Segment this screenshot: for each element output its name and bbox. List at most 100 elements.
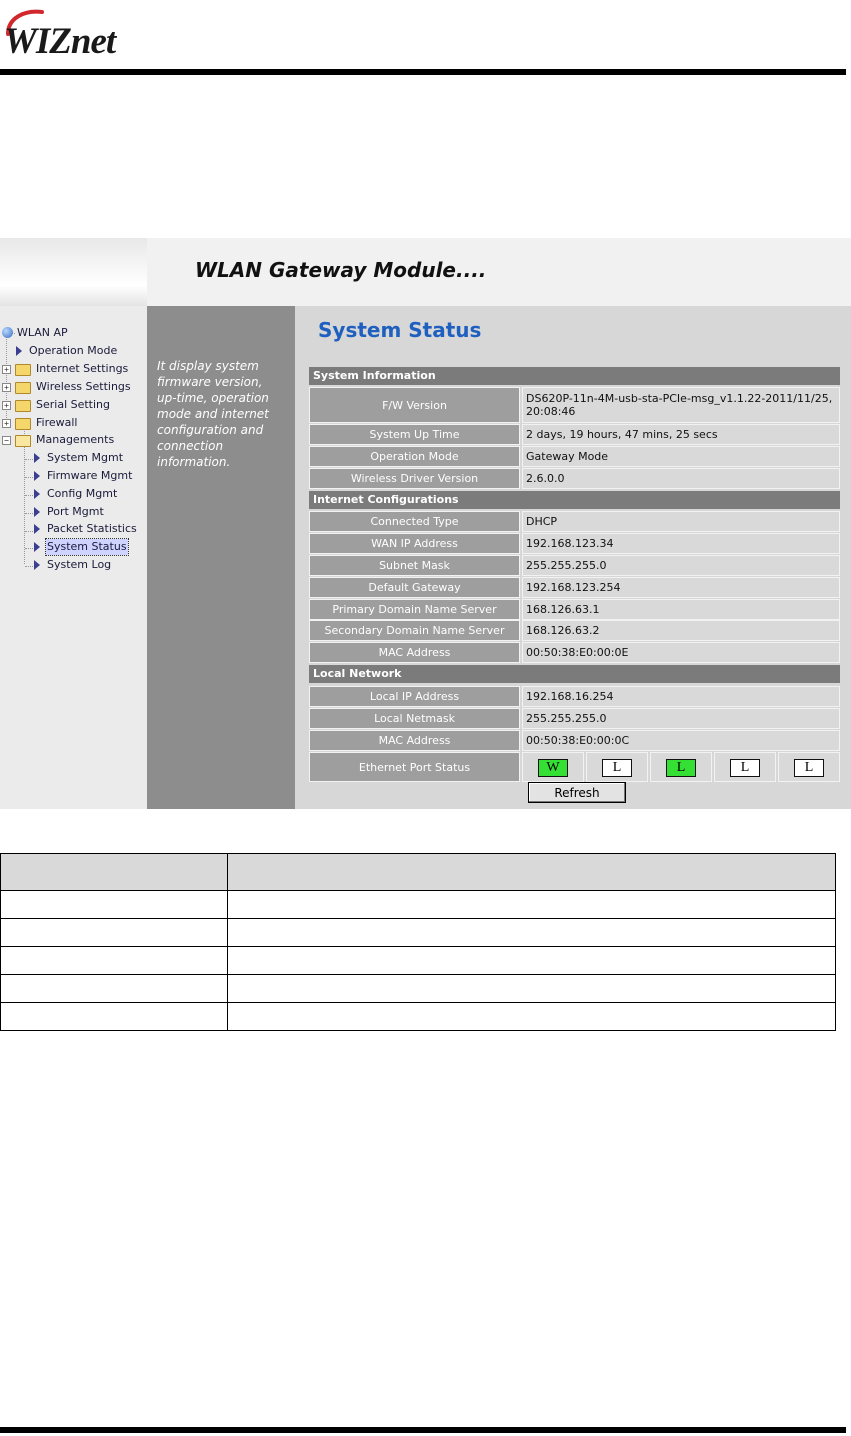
status-panel: System Status System Information F/W Ver… (295, 306, 851, 809)
page-arrow-icon (34, 560, 40, 570)
table-row: Local Netmask 255.255.255.0 (309, 708, 842, 729)
folder-icon (15, 364, 31, 376)
table-row: System Up Time 2 days, 19 hours, 47 mins… (309, 424, 842, 445)
ethernet-port: L (586, 752, 648, 782)
table-row: F/W Version DS620P-11n-4M-usb-sta-PCIe-m… (309, 387, 842, 423)
table-row (0, 918, 836, 947)
port-indicator: L (666, 759, 696, 777)
header-rule (0, 69, 846, 75)
row-label: F/W Version (309, 387, 520, 423)
row-value: 2.6.0.0 (522, 468, 840, 489)
ethernet-port-row: Ethernet Port Status W L L L L (309, 752, 842, 782)
table-row: Wireless Driver Version 2.6.0.0 (309, 468, 842, 489)
folder-icon (15, 382, 31, 394)
row-value: 255.255.255.0 (522, 708, 840, 729)
row-value: DHCP (522, 511, 840, 532)
row-label: MAC Address (309, 642, 520, 663)
table-cell (0, 946, 228, 975)
page-arrow-icon (34, 453, 40, 463)
page-arrow-icon (34, 507, 40, 517)
table-cell (0, 1002, 228, 1031)
ethernet-port: W (522, 752, 584, 782)
table-row: Secondary Domain Name Server 168.126.63.… (309, 620, 842, 641)
table-cell (227, 918, 836, 947)
table-row (0, 890, 836, 919)
description-panel: It display system firmware version, up-t… (147, 306, 295, 809)
row-label: Secondary Domain Name Server (309, 620, 520, 641)
row-label: WAN IP Address (309, 533, 520, 554)
folder-icon (15, 400, 31, 412)
table-row (0, 1002, 836, 1031)
section-header-system-info: System Information (309, 367, 840, 385)
footer-rule (0, 1427, 846, 1433)
section-header-internet-config: Internet Configurations (309, 491, 840, 509)
table-row (0, 946, 836, 975)
row-value: 2 days, 19 hours, 47 mins, 25 secs (522, 424, 840, 445)
page-arrow-icon (34, 471, 40, 481)
page-arrow-icon (16, 346, 22, 356)
row-label: MAC Address (309, 730, 520, 751)
row-label: Wireless Driver Version (309, 468, 520, 489)
logo-text: WIZnet (4, 21, 116, 62)
table-row: Default Gateway 192.168.123.254 (309, 577, 842, 598)
description-text: It display system firmware version, up-t… (157, 359, 269, 469)
banner-title: WLAN Gateway Module.... (195, 258, 487, 282)
row-value: 255.255.255.0 (522, 555, 840, 576)
row-value: 192.168.123.254 (522, 577, 840, 598)
ethernet-port: L (650, 752, 712, 782)
nav-tree: WLAN AP Operation Mode + Internet Settin… (0, 306, 147, 809)
row-value: 00:50:38:E0:00:0E (522, 642, 840, 663)
table-row: Primary Domain Name Server 168.126.63.1 (309, 599, 842, 620)
port-indicator: W (538, 759, 568, 777)
port-indicator: L (794, 759, 824, 777)
table-row: MAC Address 00:50:38:E0:00:0E (309, 642, 842, 663)
table-row: Connected Type DHCP (309, 511, 842, 532)
expand-plus-icon[interactable]: + (2, 401, 11, 410)
row-label: Connected Type (309, 511, 520, 532)
row-label: Operation Mode (309, 446, 520, 467)
open-folder-icon (15, 435, 31, 447)
port-indicator: L (602, 759, 632, 777)
ethernet-port: L (714, 752, 776, 782)
row-label: Local Netmask (309, 708, 520, 729)
table-row: Local IP Address 192.168.16.254 (309, 686, 842, 707)
page-arrow-icon (34, 524, 40, 534)
table-row: MAC Address 00:50:38:E0:00:0C (309, 730, 842, 751)
row-value: Gateway Mode (522, 446, 840, 467)
table-cell (0, 890, 228, 919)
header-cell (227, 853, 836, 891)
folder-icon (15, 418, 31, 430)
row-label: Subnet Mask (309, 555, 520, 576)
row-label: Ethernet Port Status (309, 752, 520, 782)
row-value: 192.168.123.34 (522, 533, 840, 554)
row-value: 00:50:38:E0:00:0C (522, 730, 840, 751)
row-label: Default Gateway (309, 577, 520, 598)
header-cell (0, 853, 228, 891)
network-icon (2, 327, 13, 338)
table-header-row (0, 853, 836, 891)
wiznet-logo: WIZnet (4, 9, 154, 62)
row-label: Local IP Address (309, 686, 520, 707)
row-label: System Up Time (309, 424, 520, 445)
gateway-screenshot: WLAN Gateway Module.... WLAN AP Operatio… (0, 238, 851, 809)
table-cell (0, 974, 228, 1003)
table-cell (227, 890, 836, 919)
table-cell (0, 918, 228, 947)
row-value: 192.168.16.254 (522, 686, 840, 707)
page-arrow-icon (34, 489, 40, 499)
collapse-minus-icon[interactable]: − (2, 436, 11, 445)
row-value: DS620P-11n-4M-usb-sta-PCIe-msg_v1.1.22-2… (522, 387, 840, 423)
port-indicator: L (730, 759, 760, 777)
table-cell (227, 1002, 836, 1031)
refresh-button[interactable]: Refresh (528, 782, 626, 803)
expand-plus-icon[interactable]: + (2, 383, 11, 392)
expand-plus-icon[interactable]: + (2, 365, 11, 374)
banner: WLAN Gateway Module.... (147, 238, 851, 306)
section-header-local-network: Local Network (309, 665, 840, 683)
expand-plus-icon[interactable]: + (2, 419, 11, 428)
table-cell (227, 974, 836, 1003)
table-row: Subnet Mask 255.255.255.0 (309, 555, 842, 576)
table-row: WAN IP Address 192.168.123.34 (309, 533, 842, 554)
row-value: 168.126.63.2 (522, 620, 840, 641)
table-row: Operation Mode Gateway Mode (309, 446, 842, 467)
